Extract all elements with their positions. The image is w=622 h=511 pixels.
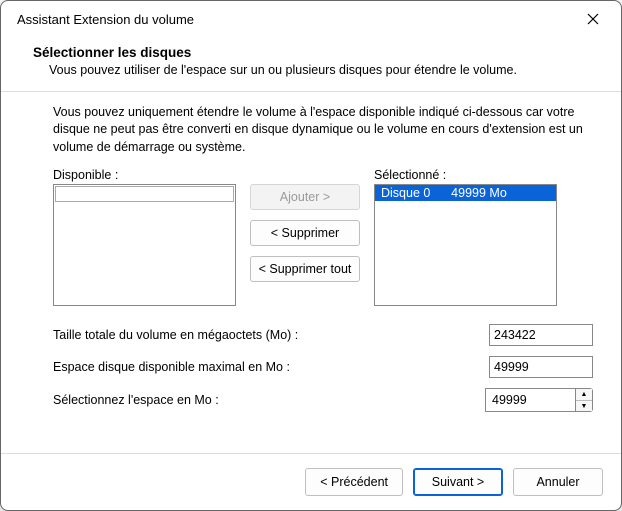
wizard-window: Assistant Extension du volume Sélectionn…: [0, 0, 622, 511]
form-rows: Taille totale du volume en mégaoctets (M…: [53, 324, 593, 412]
selected-listbox[interactable]: Disque 0 49999 Mo: [374, 184, 557, 306]
body-section: Vous pouvez uniquement étendre le volume…: [1, 92, 621, 453]
remove-all-button[interactable]: < Supprimer tout: [250, 256, 360, 282]
available-label: Disponible :: [53, 168, 236, 182]
close-button[interactable]: [575, 7, 611, 31]
transfer-buttons: Ajouter > < Supprimer < Supprimer tout: [250, 168, 360, 282]
lists-row: Disponible : Ajouter > < Supprimer < Sup…: [53, 168, 597, 306]
max-space-value: 49999: [489, 356, 593, 378]
header-section: Sélectionner les disques Vous pouvez uti…: [1, 37, 621, 91]
cancel-button[interactable]: Annuler: [513, 468, 603, 496]
spinner-up-button[interactable]: ▲: [576, 389, 592, 401]
max-space-label: Espace disque disponible maximal en Mo :: [53, 360, 489, 374]
total-size-value: 243422: [489, 324, 593, 346]
select-space-input[interactable]: [485, 388, 575, 412]
remove-button[interactable]: < Supprimer: [250, 220, 360, 246]
chevron-down-icon: ▼: [581, 403, 588, 410]
selected-column: Sélectionné : Disque 0 49999 Mo: [374, 168, 557, 306]
window-title: Assistant Extension du volume: [17, 12, 194, 27]
chevron-up-icon: ▲: [581, 391, 588, 398]
info-paragraph: Vous pouvez uniquement étendre le volume…: [53, 104, 597, 157]
page-description: Vous pouvez utiliser de l'espace sur un …: [33, 62, 597, 79]
selected-label: Sélectionné :: [374, 168, 557, 182]
total-size-label: Taille totale du volume en mégaoctets (M…: [53, 328, 489, 342]
add-button[interactable]: Ajouter >: [250, 184, 360, 210]
page-title: Sélectionner les disques: [33, 45, 597, 60]
titlebar: Assistant Extension du volume: [1, 1, 621, 37]
available-column: Disponible :: [53, 168, 236, 306]
select-space-row: Sélectionnez l'espace en Mo : ▲ ▼: [53, 388, 593, 412]
total-size-row: Taille totale du volume en mégaoctets (M…: [53, 324, 593, 346]
back-button[interactable]: < Précédent: [305, 468, 403, 496]
select-space-spinner: ▲ ▼: [485, 388, 593, 412]
footer: < Précédent Suivant > Annuler: [1, 453, 621, 510]
max-space-row: Espace disque disponible maximal en Mo :…: [53, 356, 593, 378]
select-space-label: Sélectionnez l'espace en Mo :: [53, 393, 485, 407]
spinner-down-button[interactable]: ▼: [576, 401, 592, 412]
list-item[interactable]: Disque 0 49999 Mo: [375, 185, 556, 201]
close-icon: [587, 13, 599, 25]
next-button[interactable]: Suivant >: [413, 468, 503, 496]
available-listbox[interactable]: [53, 184, 236, 306]
spinner-buttons: ▲ ▼: [575, 388, 593, 412]
available-list-header: [55, 186, 234, 202]
